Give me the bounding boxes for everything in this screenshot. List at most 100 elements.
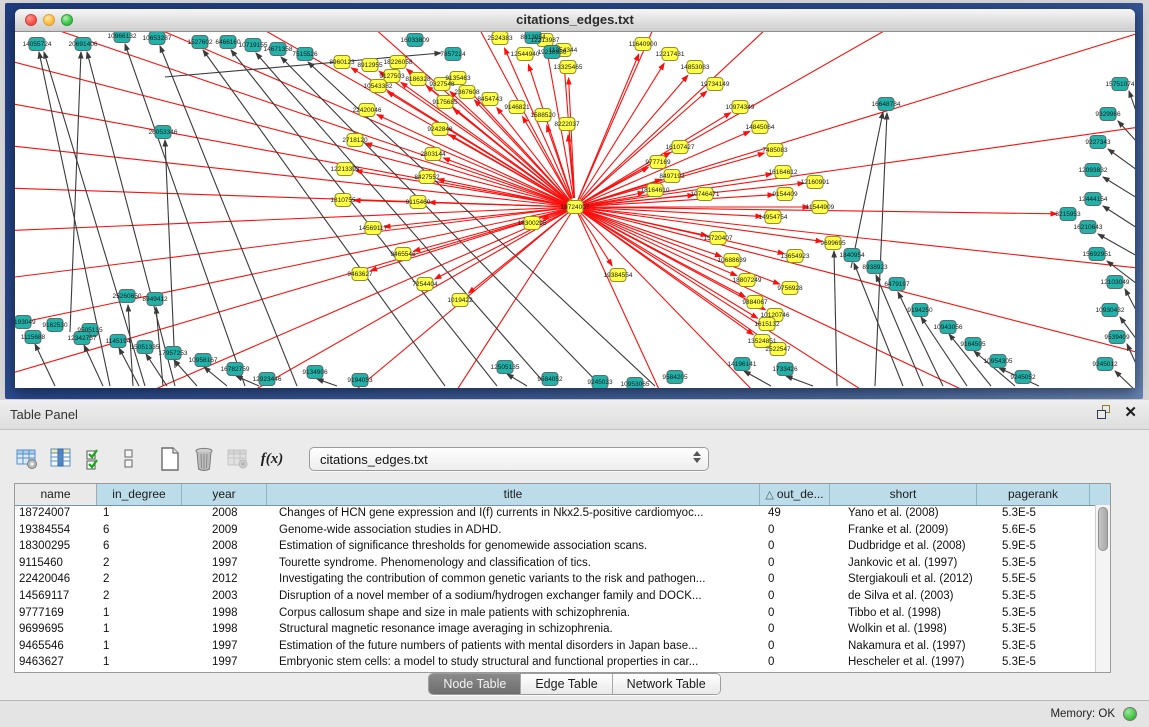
citation-edge-black[interactable] xyxy=(87,52,175,386)
window-titlebar[interactable]: citations_edges.txt xyxy=(15,9,1135,32)
function-builder-icon[interactable]: f(x) xyxy=(259,446,285,472)
table-cell[interactable]: Investigating the contribution of common… xyxy=(267,571,760,588)
table-cell[interactable]: 9465546 xyxy=(15,638,97,655)
table-cell[interactable]: 0 xyxy=(760,571,830,588)
table-cell[interactable]: Tourette syndrome. Phenomenology and cla… xyxy=(267,555,760,572)
table-cell[interactable]: 0 xyxy=(760,605,830,622)
table-row[interactable]: 946554611997Estimation of the future num… xyxy=(15,638,1095,655)
scrollbar-thumb[interactable] xyxy=(1098,507,1108,551)
table-cell[interactable]: Embryonic stem cells: a model to study s… xyxy=(267,654,760,671)
table-cell[interactable]: 5.3E-5 xyxy=(977,638,1090,655)
column-header-name[interactable]: name xyxy=(15,484,97,505)
table-cell[interactable]: Disruption of a novel member of a sodium… xyxy=(267,588,760,605)
table-cell[interactable]: 0 xyxy=(760,638,830,655)
citation-edge-black[interactable] xyxy=(834,251,837,386)
citation-edge-black[interactable] xyxy=(165,140,175,368)
new-table-icon[interactable] xyxy=(157,446,183,472)
citation-edge-black[interactable] xyxy=(1103,206,1135,228)
table-cell[interactable]: 22420046 xyxy=(15,571,97,588)
table-cell[interactable]: Stergiakouli et al. (2012) xyxy=(830,571,977,588)
minimize-window-button[interactable] xyxy=(43,14,55,26)
table-cell[interactable]: 5.3E-5 xyxy=(977,621,1090,638)
table-cell[interactable]: Corpus callosum shape and size in male p… xyxy=(267,605,760,622)
table-cell[interactable]: de Silva et al. (2003) xyxy=(830,588,977,605)
table-cell[interactable]: 1 xyxy=(97,605,182,622)
citation-edge-red[interactable] xyxy=(429,202,566,206)
table-cell[interactable]: Structural magnetic resonance image aver… xyxy=(267,621,760,638)
table-cell[interactable]: 1998 xyxy=(182,605,267,622)
table-cell[interactable]: 18300295 xyxy=(15,538,97,555)
table-cell[interactable]: 2009 xyxy=(182,522,267,539)
table-cell[interactable]: Franke et al. (2009) xyxy=(830,522,977,539)
memory-status-led[interactable] xyxy=(1123,707,1137,721)
vertical-scrollbar[interactable] xyxy=(1095,505,1110,672)
table-cell[interactable]: 5.3E-5 xyxy=(977,654,1090,671)
network-canvas[interactable]: 1872400789601238912955182260589127503105… xyxy=(15,32,1135,388)
citation-edge-black[interactable] xyxy=(119,348,139,386)
citation-edge-black[interactable] xyxy=(851,112,883,268)
citation-edge-black[interactable] xyxy=(875,113,887,386)
citation-edge-black[interactable] xyxy=(70,52,81,332)
table-options-icon[interactable] xyxy=(14,446,40,472)
table-cell[interactable]: 5.9E-5 xyxy=(977,538,1090,555)
table-cell[interactable]: 1998 xyxy=(182,621,267,638)
citation-edge-black[interactable] xyxy=(146,354,167,386)
citation-edge-black[interactable] xyxy=(1118,121,1135,142)
table-cell[interactable]: Wolkin et al. (1998) xyxy=(830,621,977,638)
table-cell[interactable]: 5.3E-5 xyxy=(977,588,1090,605)
table-cell[interactable]: 2008 xyxy=(182,538,267,555)
table-cell[interactable]: Estimation of the future numbers of pati… xyxy=(267,638,760,655)
table-cell[interactable]: 1 xyxy=(97,654,182,671)
table-row[interactable]: 1872400712008Changes of HCN gene express… xyxy=(15,505,1095,522)
table-cell[interactable]: 1997 xyxy=(182,638,267,655)
citation-edge-black[interactable] xyxy=(160,46,297,386)
table-cell[interactable]: Yano et al. (2008) xyxy=(830,505,977,522)
table-cell[interactable]: 1 xyxy=(97,505,182,522)
table-cell[interactable]: 1 xyxy=(97,638,182,655)
zoom-window-button[interactable] xyxy=(61,14,73,26)
tab-network-table[interactable]: Network Table xyxy=(613,674,720,694)
citation-network-graph[interactable]: 1872400789601238912955182260589127503105… xyxy=(15,32,1135,388)
network-table-select[interactable]: citations_edges.txt xyxy=(309,447,709,471)
citation-edge-black[interactable] xyxy=(256,53,547,386)
table-cell[interactable]: 5.3E-5 xyxy=(977,605,1090,622)
tab-node-table[interactable]: Node Table xyxy=(429,674,521,694)
column-header-out-de-[interactable]: △out_de... xyxy=(760,484,830,505)
table-row[interactable]: 1456911722003Disruption of a novel membe… xyxy=(15,588,1095,605)
table-cell[interactable]: 0 xyxy=(760,621,830,638)
table-cell[interactable]: 9463627 xyxy=(15,654,97,671)
tab-edge-table[interactable]: Edge Table xyxy=(521,674,612,694)
row-selection-icon[interactable] xyxy=(82,446,108,472)
table-cell[interactable]: 19384554 xyxy=(15,522,97,539)
table-cell[interactable]: 2 xyxy=(97,588,182,605)
delete-column-icon[interactable] xyxy=(191,446,217,472)
table-row[interactable]: 977716911998Corpus callosum shape and si… xyxy=(15,605,1095,622)
table-cell[interactable]: 2 xyxy=(97,571,182,588)
table-cell[interactable]: Genome-wide association studies in ADHD. xyxy=(267,522,760,539)
table-row[interactable]: 911546021997Tourette syndrome. Phenomeno… xyxy=(15,555,1095,572)
column-header-short[interactable]: short xyxy=(830,484,977,505)
column-visibility-icon[interactable] xyxy=(48,446,74,472)
delete-table-icon[interactable] xyxy=(225,446,251,472)
table-cell[interactable]: 1997 xyxy=(182,654,267,671)
table-row[interactable]: 946362711997Embryonic stem cells: a mode… xyxy=(15,654,1095,671)
table-cell[interactable]: 6 xyxy=(97,522,182,539)
column-header-pagerank[interactable]: pagerank xyxy=(977,484,1090,505)
table-cell[interactable]: Hescheler et al. (1997) xyxy=(830,654,977,671)
column-header-in-degree[interactable]: in_degree xyxy=(97,484,182,505)
table-row[interactable]: 1830029562008Estimation of significance … xyxy=(15,538,1095,555)
table-cell[interactable]: 18724007 xyxy=(15,505,97,522)
table-cell[interactable]: 1 xyxy=(97,621,182,638)
table-cell[interactable]: 9115460 xyxy=(15,555,97,572)
table-cell[interactable]: 2012 xyxy=(182,571,267,588)
citation-edge-black[interactable] xyxy=(84,345,103,386)
table-cell[interactable]: Dudbridge et al. (2008) xyxy=(830,538,977,555)
citation-edge-black[interactable] xyxy=(744,371,771,386)
citation-edge-black[interactable] xyxy=(1129,91,1135,114)
table-cell[interactable]: 2008 xyxy=(182,505,267,522)
citation-edge-black[interactable] xyxy=(786,376,813,386)
table-cell[interactable]: 5.5E-5 xyxy=(977,571,1090,588)
table-row[interactable]: 969969511998Structural magnetic resonanc… xyxy=(15,621,1095,638)
table-cell[interactable]: 5.6E-5 xyxy=(977,522,1090,539)
table-cell[interactable]: Changes of HCN gene expression and I(f) … xyxy=(267,505,760,522)
